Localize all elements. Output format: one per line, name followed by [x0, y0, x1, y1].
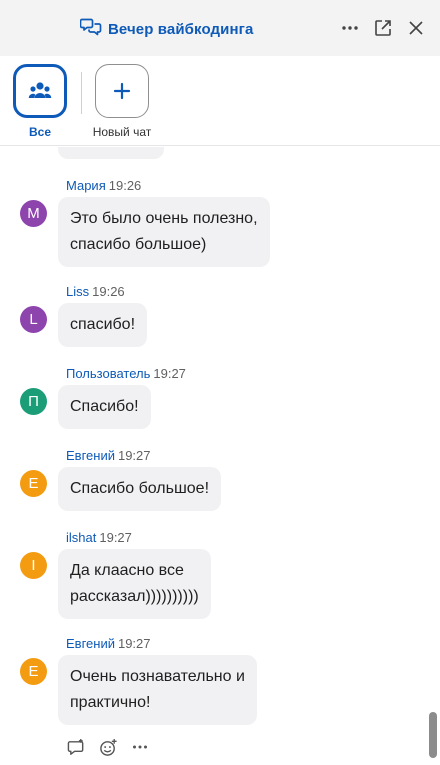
- message-header: Евгений 19:27: [66, 636, 151, 651]
- avatar[interactable]: М: [20, 200, 47, 227]
- message-bubble: Да клаасно все рассказал)))))))))): [58, 549, 211, 619]
- message-time: 19:26: [92, 284, 125, 299]
- message-header: Пользователь 19:27: [66, 366, 186, 381]
- avatar[interactable]: П: [20, 388, 47, 415]
- add-reaction-button[interactable]: [98, 737, 118, 757]
- window-title: Вечер вайбкодинга: [79, 17, 254, 42]
- scrollbar-thumb[interactable]: [429, 712, 437, 758]
- avatar[interactable]: Е: [20, 658, 47, 685]
- reply-button[interactable]: [66, 737, 86, 757]
- message-time: 19:27: [117, 636, 151, 651]
- message-time: 19:27: [99, 530, 132, 545]
- add-reaction-icon: [99, 738, 117, 756]
- window-title-text: Вечер вайбкодинга: [108, 21, 254, 38]
- message-sender[interactable]: Пользователь: [66, 366, 150, 381]
- message-bubble: Очень познавательно и практично!: [58, 655, 257, 725]
- tab-new-chat[interactable]: Новый чат: [82, 64, 162, 139]
- title-bar: Вечер вайбкодинга: [0, 0, 440, 56]
- new-chat-button[interactable]: [95, 64, 149, 118]
- message-bubble: Спасибо большое!: [58, 467, 222, 511]
- message-time: 19:27: [117, 448, 151, 463]
- message-sender[interactable]: Мария: [66, 178, 106, 193]
- tab-all[interactable]: Все: [0, 64, 80, 139]
- message-actions: [66, 737, 150, 757]
- avatar[interactable]: Е: [20, 470, 47, 497]
- message-header: Мария 19:26: [66, 178, 141, 193]
- message-header: Liss 19:26: [66, 284, 125, 299]
- plus-icon: [113, 82, 131, 100]
- people-icon: [28, 82, 52, 98]
- message-header: Евгений 19:27: [66, 448, 151, 463]
- chat-scrollbar[interactable]: [429, 150, 437, 762]
- message-bubble: спасибо!: [58, 303, 148, 347]
- more-horizontal-icon: [342, 26, 358, 30]
- close-icon: [409, 21, 423, 35]
- message-time: 19:26: [108, 178, 142, 193]
- tab-all-label: Все: [28, 125, 51, 139]
- pop-out-button[interactable]: [371, 16, 395, 40]
- chat-icon: [79, 17, 102, 42]
- message-sender[interactable]: Евгений: [66, 448, 115, 463]
- reply-icon: [67, 738, 83, 755]
- message-bubble: Спасибо!: [58, 385, 151, 429]
- message-bubble: Это было очень полезно, спасибо большое): [58, 197, 270, 267]
- pop-out-icon: [375, 20, 391, 36]
- avatar[interactable]: L: [20, 306, 47, 333]
- message-sender[interactable]: Liss: [66, 284, 89, 299]
- chat-message-list[interactable]: Мария 19:26 М Это было очень полезно, спа…: [0, 147, 440, 765]
- more-horizontal-icon: [133, 745, 147, 749]
- avatar[interactable]: I: [20, 552, 47, 579]
- chat-filter-bar: Все Новый чат: [0, 56, 440, 146]
- more-options-button[interactable]: [338, 16, 362, 40]
- previous-message-bubble: [58, 147, 164, 159]
- close-button[interactable]: [404, 16, 428, 40]
- more-actions-button[interactable]: [130, 737, 150, 757]
- message-time: 19:27: [153, 366, 186, 381]
- tab-all-box[interactable]: [13, 64, 67, 118]
- message-sender[interactable]: ilshat: [66, 530, 96, 545]
- message-sender[interactable]: Евгений: [66, 636, 115, 651]
- message-header: ilshat 19:27: [66, 530, 132, 545]
- tab-new-chat-label: Новый чат: [92, 125, 152, 139]
